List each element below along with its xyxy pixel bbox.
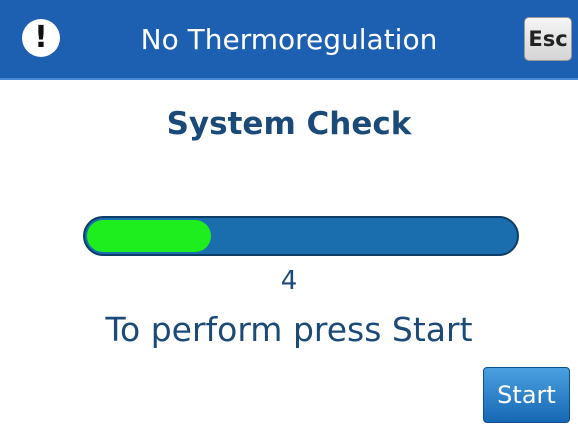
page-title: No Thermoregulation <box>140 23 438 56</box>
section-heading: System Check <box>166 106 412 142</box>
progress-fill <box>87 220 211 252</box>
progress-bar <box>83 216 519 256</box>
system-check-screen: ! No Thermoregulation Esc System Check 4… <box>0 0 578 431</box>
instruction-text: To perform press Start <box>105 310 473 349</box>
header-bar: ! No Thermoregulation Esc <box>0 0 578 80</box>
start-button[interactable]: Start <box>483 367 570 423</box>
esc-button[interactable]: Esc <box>524 17 572 61</box>
countdown-value: 4 <box>280 266 298 296</box>
